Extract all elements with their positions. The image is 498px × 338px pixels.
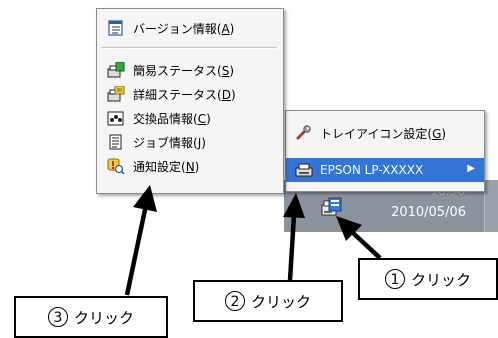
step-number-3: 3	[47, 307, 68, 327]
callout-text-1: クリック	[410, 270, 471, 289]
callout-text-3: クリック	[73, 308, 134, 327]
step-number-2: 2	[224, 291, 245, 311]
callout-step-1: 1 クリック	[358, 258, 498, 300]
callout-text-2: クリック	[250, 292, 311, 311]
callout-step-2: 2 クリック	[193, 280, 343, 322]
callout-step-3: 3 クリック	[14, 296, 168, 338]
step-number-1: 1	[384, 269, 405, 289]
